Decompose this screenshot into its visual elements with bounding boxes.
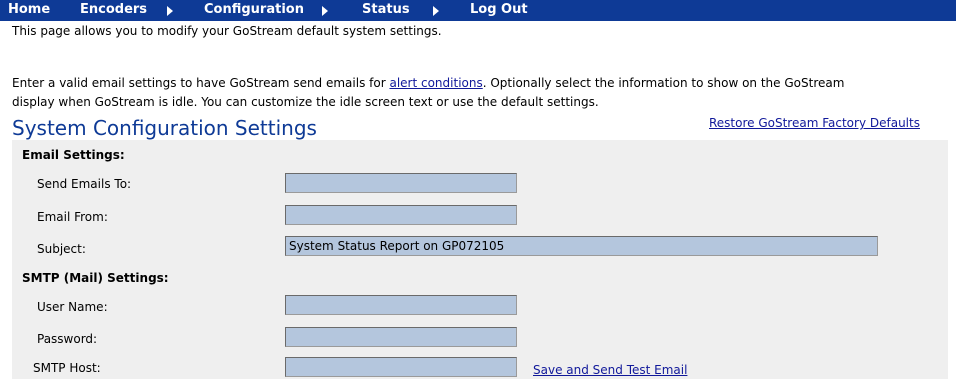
- email-settings-heading: Email Settings:: [22, 148, 125, 162]
- nav-status[interactable]: Status: [362, 2, 410, 17]
- smtp-host-label: SMTP Host:: [33, 361, 101, 375]
- restore-factory-defaults-link[interactable]: Restore GoStream Factory Defaults: [709, 116, 920, 130]
- intro-line-2: Enter a valid email settings to have GoS…: [12, 76, 956, 90]
- encoders-arrow-icon[interactable]: [167, 6, 173, 16]
- nav-encoders[interactable]: Encoders: [80, 2, 147, 17]
- send-emails-to-label: Send Emails To:: [37, 177, 132, 191]
- subject-input[interactable]: System Status Report on GP072105: [285, 236, 878, 256]
- intro-line-2-suffix: . Optionally select the information to s…: [482, 76, 845, 90]
- smtp-host-input[interactable]: [285, 357, 517, 377]
- user-name-input[interactable]: [285, 295, 517, 315]
- intro-line-2-prefix: Enter a valid email settings to have GoS…: [12, 76, 390, 90]
- send-emails-to-input[interactable]: [285, 173, 517, 193]
- intro-line-3: display when GoStream is idle. You can c…: [12, 95, 599, 109]
- nav-home[interactable]: Home: [8, 2, 50, 17]
- nav-configuration[interactable]: Configuration: [204, 2, 304, 17]
- intro-line-1: This page allows you to modify your GoSt…: [12, 24, 442, 38]
- save-and-send-test-email-link[interactable]: Save and Send Test Email: [533, 363, 687, 377]
- top-nav-bar: Home Encoders Configuration Status Log O…: [0, 0, 956, 21]
- email-from-label: Email From:: [37, 210, 108, 224]
- configuration-arrow-icon[interactable]: [322, 6, 328, 16]
- alert-conditions-link[interactable]: alert conditions: [389, 76, 482, 90]
- nav-logout[interactable]: Log Out: [470, 2, 528, 17]
- status-arrow-icon[interactable]: [433, 6, 439, 16]
- user-name-label: User Name:: [37, 300, 108, 314]
- page-title: System Configuration Settings: [12, 116, 317, 140]
- subject-label: Subject:: [37, 242, 86, 256]
- smtp-settings-heading: SMTP (Mail) Settings:: [22, 271, 169, 285]
- password-label: Password:: [37, 332, 98, 346]
- password-input[interactable]: [285, 327, 517, 347]
- email-from-input[interactable]: [285, 205, 517, 225]
